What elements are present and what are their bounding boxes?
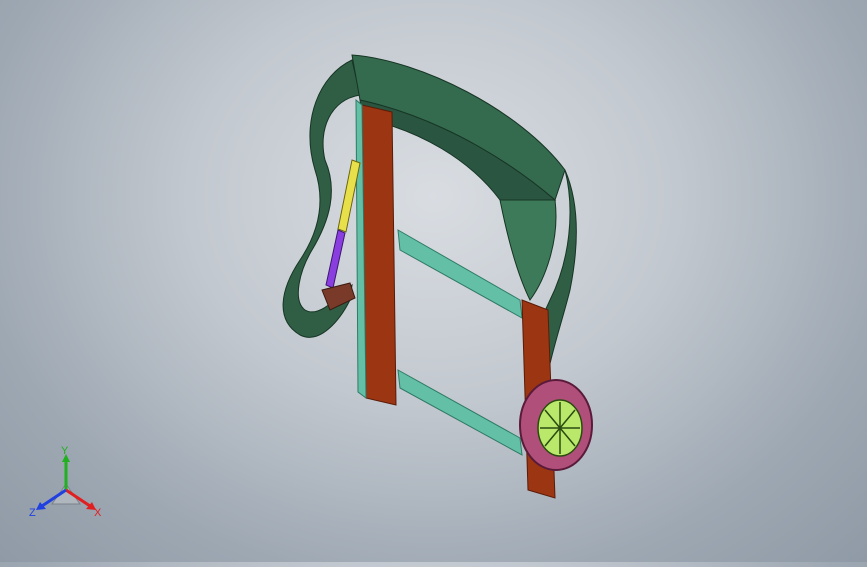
cad-graphics-viewport[interactable]: Y X Z [0, 0, 867, 562]
frame-lower-rail [397, 369, 523, 456]
gas-strut-rod [325, 229, 346, 289]
frame-upper-rail [397, 229, 523, 319]
left-post [361, 104, 397, 406]
door-assembly-model[interactable] [0, 0, 867, 562]
view-orientation-triad-icon: Y X Z [26, 445, 106, 526]
axis-y-label: Y [61, 446, 69, 457]
cover-right-flap [499, 199, 557, 301]
axis-x-label: X [94, 507, 102, 519]
axis-z-label: Z [29, 507, 36, 519]
